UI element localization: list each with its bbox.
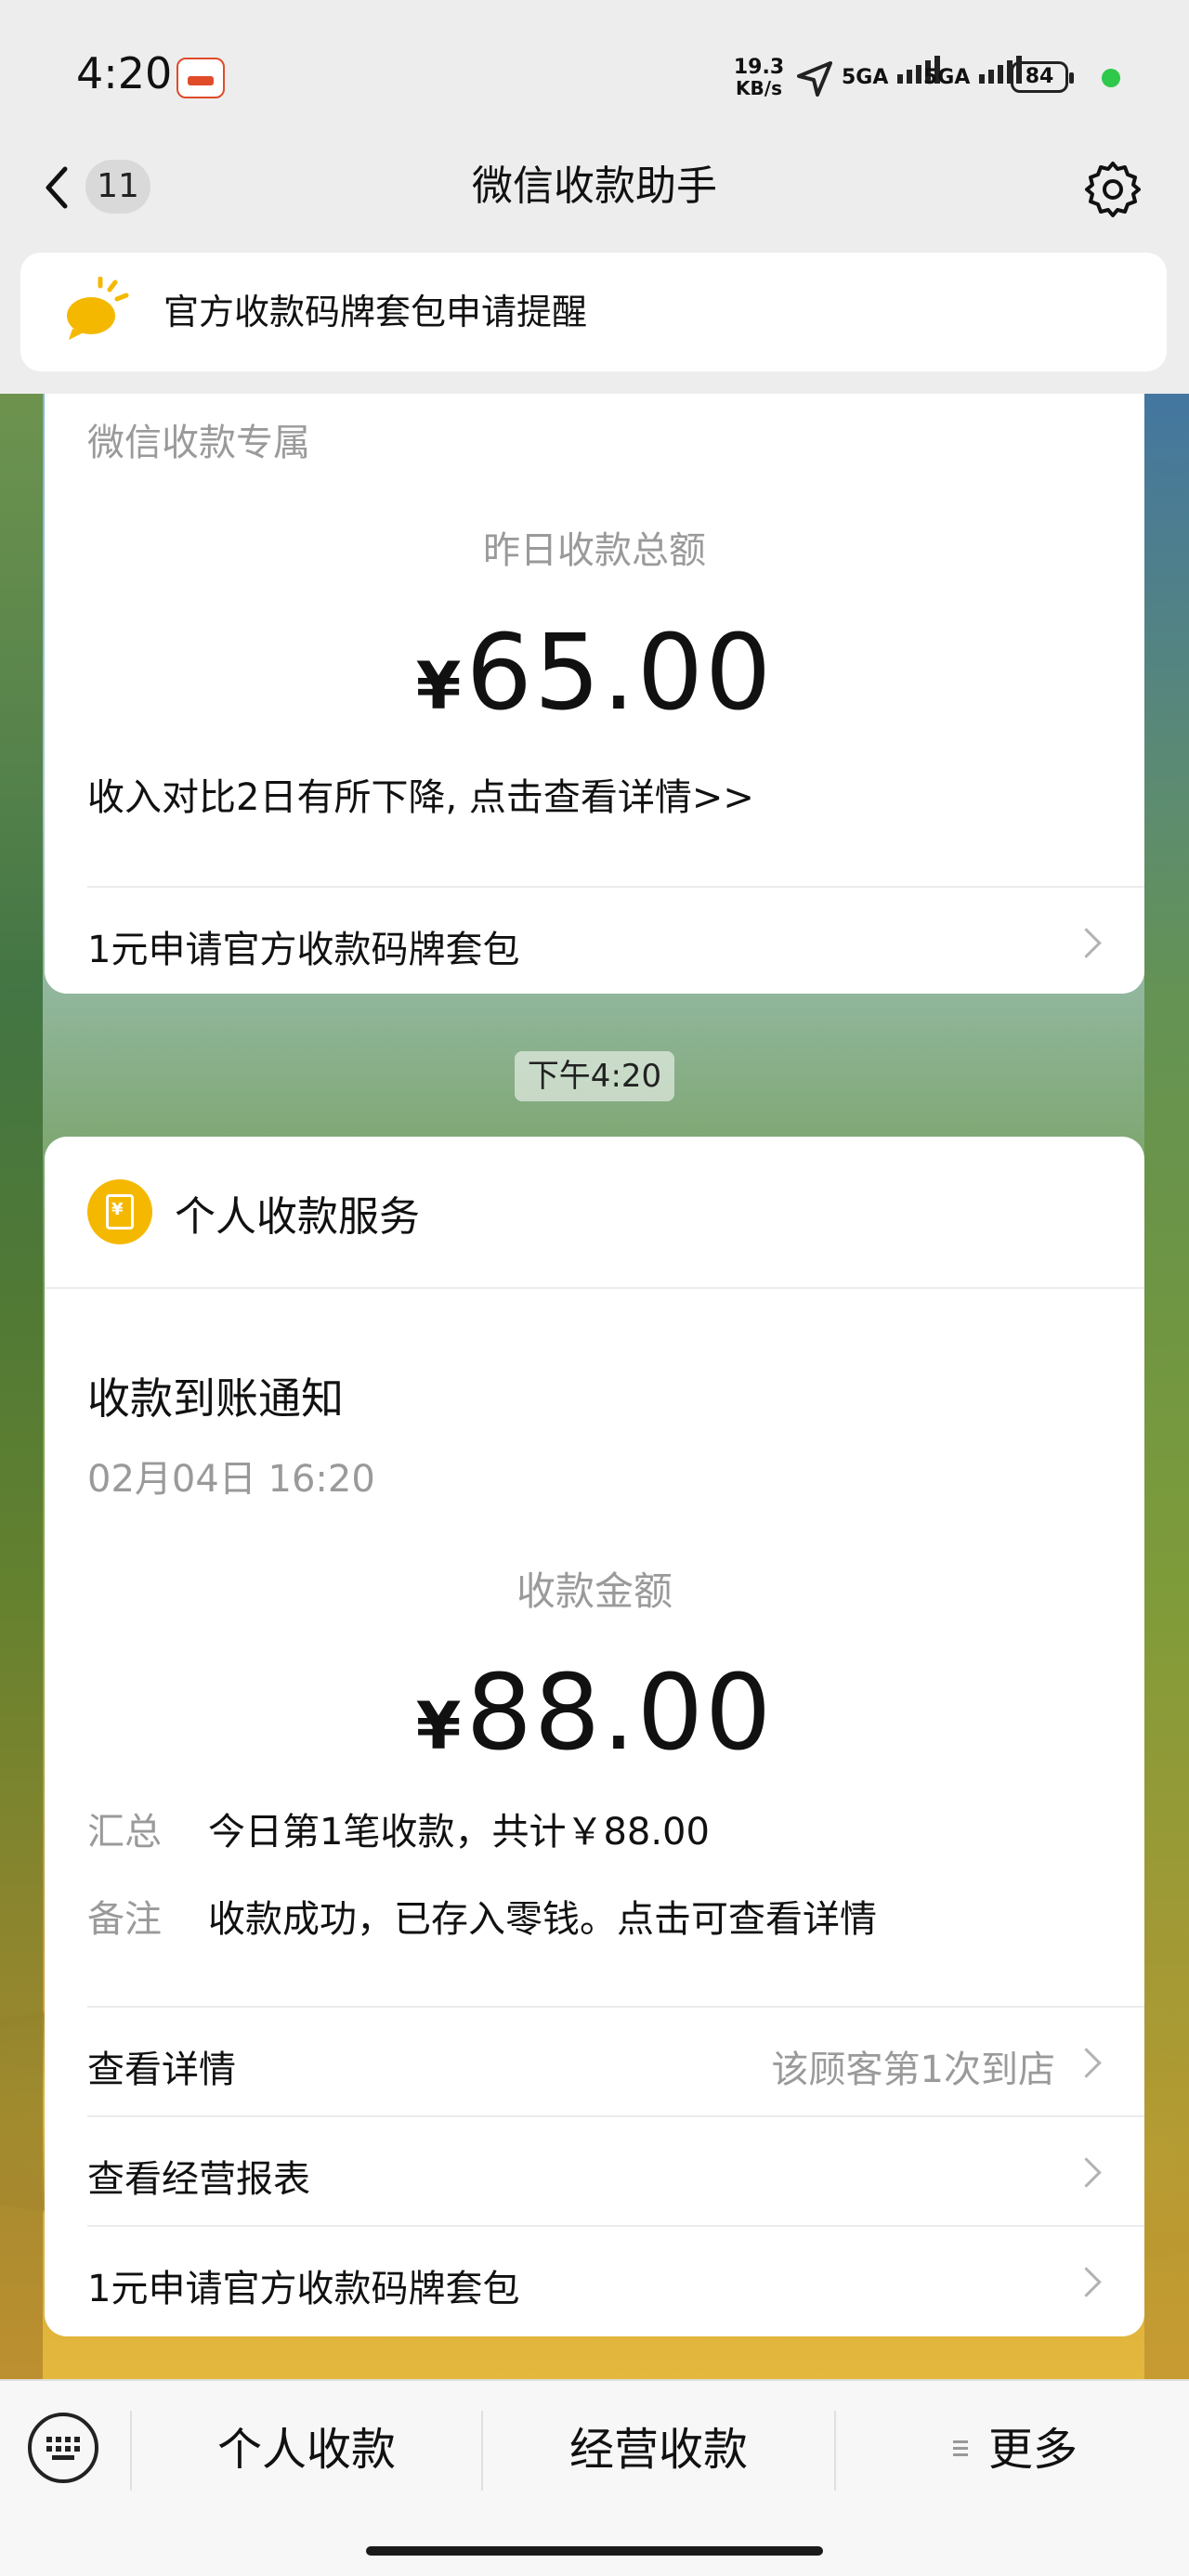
summary-value: 今日第1笔收款，共计￥88.00 xyxy=(208,1811,710,1854)
amount-label: 收款金额 xyxy=(516,1568,673,1614)
payment-notice-card[interactable]: ¥ 个人收款服务 收款到账通知 02月04日 16:20 收款金额 ¥ 88.0… xyxy=(45,1137,1144,2336)
header-divider xyxy=(45,1287,1144,1289)
amount-value: 65.00 xyxy=(465,613,774,734)
home-indicator[interactable] xyxy=(366,2546,823,2556)
visit-hint: 该顾客第1次到店 xyxy=(771,2049,1055,2091)
amount-label: 昨日收款总额 xyxy=(483,529,706,572)
chevron-right-icon xyxy=(1071,2048,1102,2078)
page-title: 微信收款助手 xyxy=(472,163,717,210)
view-details-label: 查看详情 xyxy=(87,2049,236,2091)
unread-count-badge[interactable]: 11 xyxy=(85,160,150,214)
compare-link[interactable]: 收入对比2日有所下降, 点击查看详情>> xyxy=(87,767,754,821)
status-dot-icon xyxy=(1102,69,1120,87)
notice-text: 官方收款码牌套包申请提醒 xyxy=(163,292,588,332)
notice-date: 02月04日 16:20 xyxy=(87,1458,375,1501)
menu-more[interactable]: 更多 xyxy=(836,2413,1189,2487)
apply-kit-label: 1元申请官方收款码牌套包 xyxy=(87,2268,520,2310)
currency-symbol: ¥ xyxy=(415,648,462,724)
menu-business-payment[interactable]: 经营收款 xyxy=(483,2413,834,2487)
back-arrow-icon[interactable] xyxy=(37,160,74,215)
app-notification-icon xyxy=(176,58,225,98)
card-header: 微信收款专属 xyxy=(87,422,310,464)
chevron-right-icon xyxy=(1071,928,1102,958)
view-details-row[interactable]: 查看详情 该顾客第1次到店 xyxy=(45,2008,1144,2115)
summary-label: 汇总 xyxy=(87,1811,162,1854)
yesterday-summary-card[interactable]: 微信收款专属 昨日收款总额 ¥ 65.00 收入对比2日有所下降, 点击查看详情… xyxy=(45,394,1144,994)
remark-value: 收款成功，已存入零钱。点击可查看详情 xyxy=(208,1898,877,1941)
signal-2-icon: 5GA xyxy=(923,56,1023,89)
apply-kit-row[interactable]: 1元申请官方收款码牌套包 xyxy=(45,888,1144,994)
network-speed-unit: KB/s xyxy=(736,77,782,99)
business-report-label: 查看经营报表 xyxy=(87,2158,310,2201)
notice-bubble-icon xyxy=(67,277,129,340)
menu-personal-payment[interactable]: 个人收款 xyxy=(132,2413,481,2487)
wallet-icon: ¥ xyxy=(87,1179,152,1244)
amount-display: ¥ 65.00 xyxy=(45,613,1144,734)
notice-title: 收款到账通知 xyxy=(87,1373,344,1424)
signal-2-label: 5GA xyxy=(923,66,971,89)
apply-kit-label: 1元申请官方收款码牌套包 xyxy=(87,929,520,971)
menu-list-icon xyxy=(951,2437,970,2463)
network-speed: 19.3 KB/s xyxy=(730,56,788,99)
chevron-right-icon xyxy=(1071,2267,1102,2297)
menu-more-label: 更多 xyxy=(988,2424,1078,2476)
keyboard-icon[interactable] xyxy=(28,2413,98,2483)
battery-indicator: 84 xyxy=(1011,61,1074,93)
network-speed-value: 19.3 xyxy=(733,56,785,79)
status-time: 4:20 xyxy=(76,48,173,98)
remark-label: 备注 xyxy=(87,1898,162,1941)
amount-value: 88.00 xyxy=(465,1653,774,1774)
location-icon xyxy=(797,61,832,97)
service-name: 个人收款服务 xyxy=(175,1193,420,1241)
background-edge-left xyxy=(0,394,43,2381)
gear-icon[interactable] xyxy=(1081,158,1144,221)
message-timestamp: 下午4:20 xyxy=(515,1051,674,1101)
chevron-right-icon xyxy=(1071,2157,1102,2188)
signal-1-label: 5GA xyxy=(842,66,889,89)
apply-kit-row[interactable]: 1元申请官方收款码牌套包 xyxy=(45,2227,1144,2335)
currency-symbol: ¥ xyxy=(415,1688,462,1764)
amount-display: ¥ 88.00 xyxy=(45,1653,1144,1774)
business-report-row[interactable]: 查看经营报表 xyxy=(45,2117,1144,2225)
background-edge-right xyxy=(1144,394,1189,2381)
